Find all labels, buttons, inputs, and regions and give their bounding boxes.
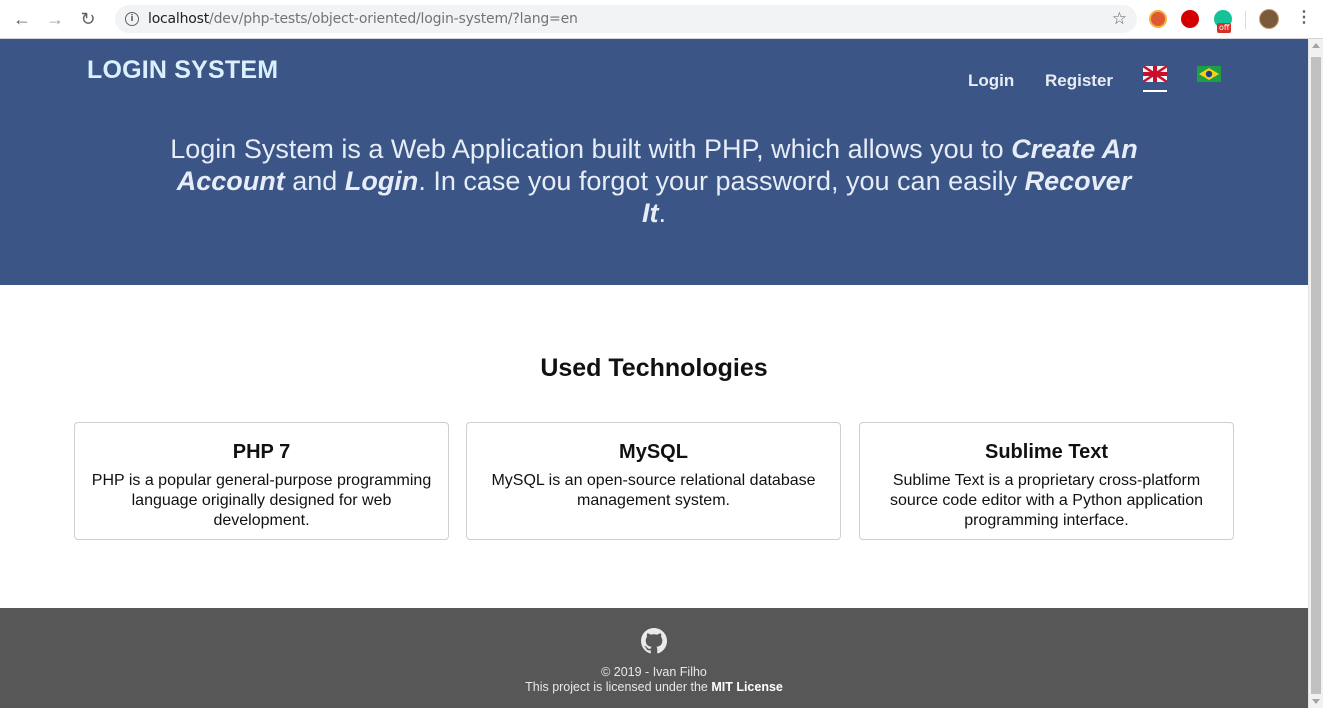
page-viewport: LOGIN SYSTEM Login Register Login System… (0, 39, 1308, 708)
section-title: Used Technologies (540, 354, 768, 382)
url-text[interactable]: localhost/dev/php-tests/object-oriented/… (148, 11, 578, 27)
extension-badge: off (1217, 23, 1232, 33)
profile-avatar[interactable] (1259, 9, 1279, 29)
license-prefix: This project is licensed under the (525, 680, 712, 694)
address-bar[interactable]: i localhost/dev/php-tests/object-oriente… (115, 5, 1137, 33)
forward-arrow-icon[interactable]: → (41, 5, 69, 33)
scrollbar-thumb[interactable] (1311, 57, 1321, 694)
back-arrow-icon[interactable]: ← (8, 5, 36, 33)
page-footer: © 2019 - Ivan Filho This project is lice… (0, 608, 1308, 708)
brazil-flag-icon[interactable] (1197, 66, 1221, 82)
url-host: localhost (148, 11, 210, 27)
toolbar-divider (1245, 11, 1246, 29)
hero-text-4: . (658, 198, 666, 228)
tech-card-php: PHP 7 PHP is a popular general-purpose p… (74, 422, 449, 540)
active-language-indicator (1143, 90, 1167, 92)
vertical-scrollbar[interactable] (1308, 39, 1323, 708)
bookmark-star-icon[interactable]: ☆ (1112, 9, 1127, 29)
site-info-icon[interactable]: i (125, 12, 139, 26)
scroll-up-arrow-icon[interactable] (1312, 43, 1320, 48)
github-icon[interactable] (641, 628, 667, 654)
hero-description: Login System is a Web Application built … (170, 133, 1138, 229)
hero-text-2: and (284, 166, 345, 196)
tech-card-mysql: MySQL MySQL is an open-source relational… (466, 422, 841, 540)
nav-login-link[interactable]: Login (968, 71, 1014, 91)
browser-menu-icon[interactable]: ⋮ (1296, 8, 1312, 28)
reload-icon[interactable]: ↻ (74, 5, 102, 33)
tech-card-description: PHP is a popular general-purpose program… (91, 472, 432, 529)
duckduckgo-extension-icon[interactable] (1149, 10, 1167, 28)
brand-title[interactable]: LOGIN SYSTEM (87, 56, 278, 85)
browser-toolbar: ← → ↻ i localhost/dev/php-tests/object-o… (0, 0, 1323, 39)
tech-card-sublime: Sublime Text Sublime Text is a proprieta… (859, 422, 1234, 540)
hero-emphasis-login: Login (344, 166, 419, 196)
url-path: /dev/php-tests/object-oriented/login-sys… (209, 11, 578, 27)
hero-text-3: . In case you forgot your password, you … (418, 166, 1025, 196)
mit-license-link[interactable]: MIT License (711, 680, 783, 694)
hero-banner: LOGIN SYSTEM Login Register Login System… (0, 39, 1308, 285)
tech-card-title: MySQL (619, 441, 688, 463)
footer-license: This project is licensed under the MIT L… (0, 680, 1308, 694)
adblock-extension-icon[interactable] (1181, 10, 1199, 28)
hero-text-1: Login System is a Web Application built … (170, 134, 1012, 164)
tech-card-title: Sublime Text (985, 441, 1108, 463)
tech-card-description: MySQL is an open-source relational datab… (491, 472, 816, 509)
uk-flag-icon[interactable] (1143, 66, 1167, 82)
tech-card-title: PHP 7 (232, 441, 291, 463)
footer-copyright: © 2019 - Ivan Filho (601, 665, 707, 679)
nav-register-link[interactable]: Register (1045, 71, 1113, 91)
scroll-down-arrow-icon[interactable] (1312, 699, 1320, 704)
tech-card-description: Sublime Text is a proprietary cross-plat… (889, 472, 1204, 529)
